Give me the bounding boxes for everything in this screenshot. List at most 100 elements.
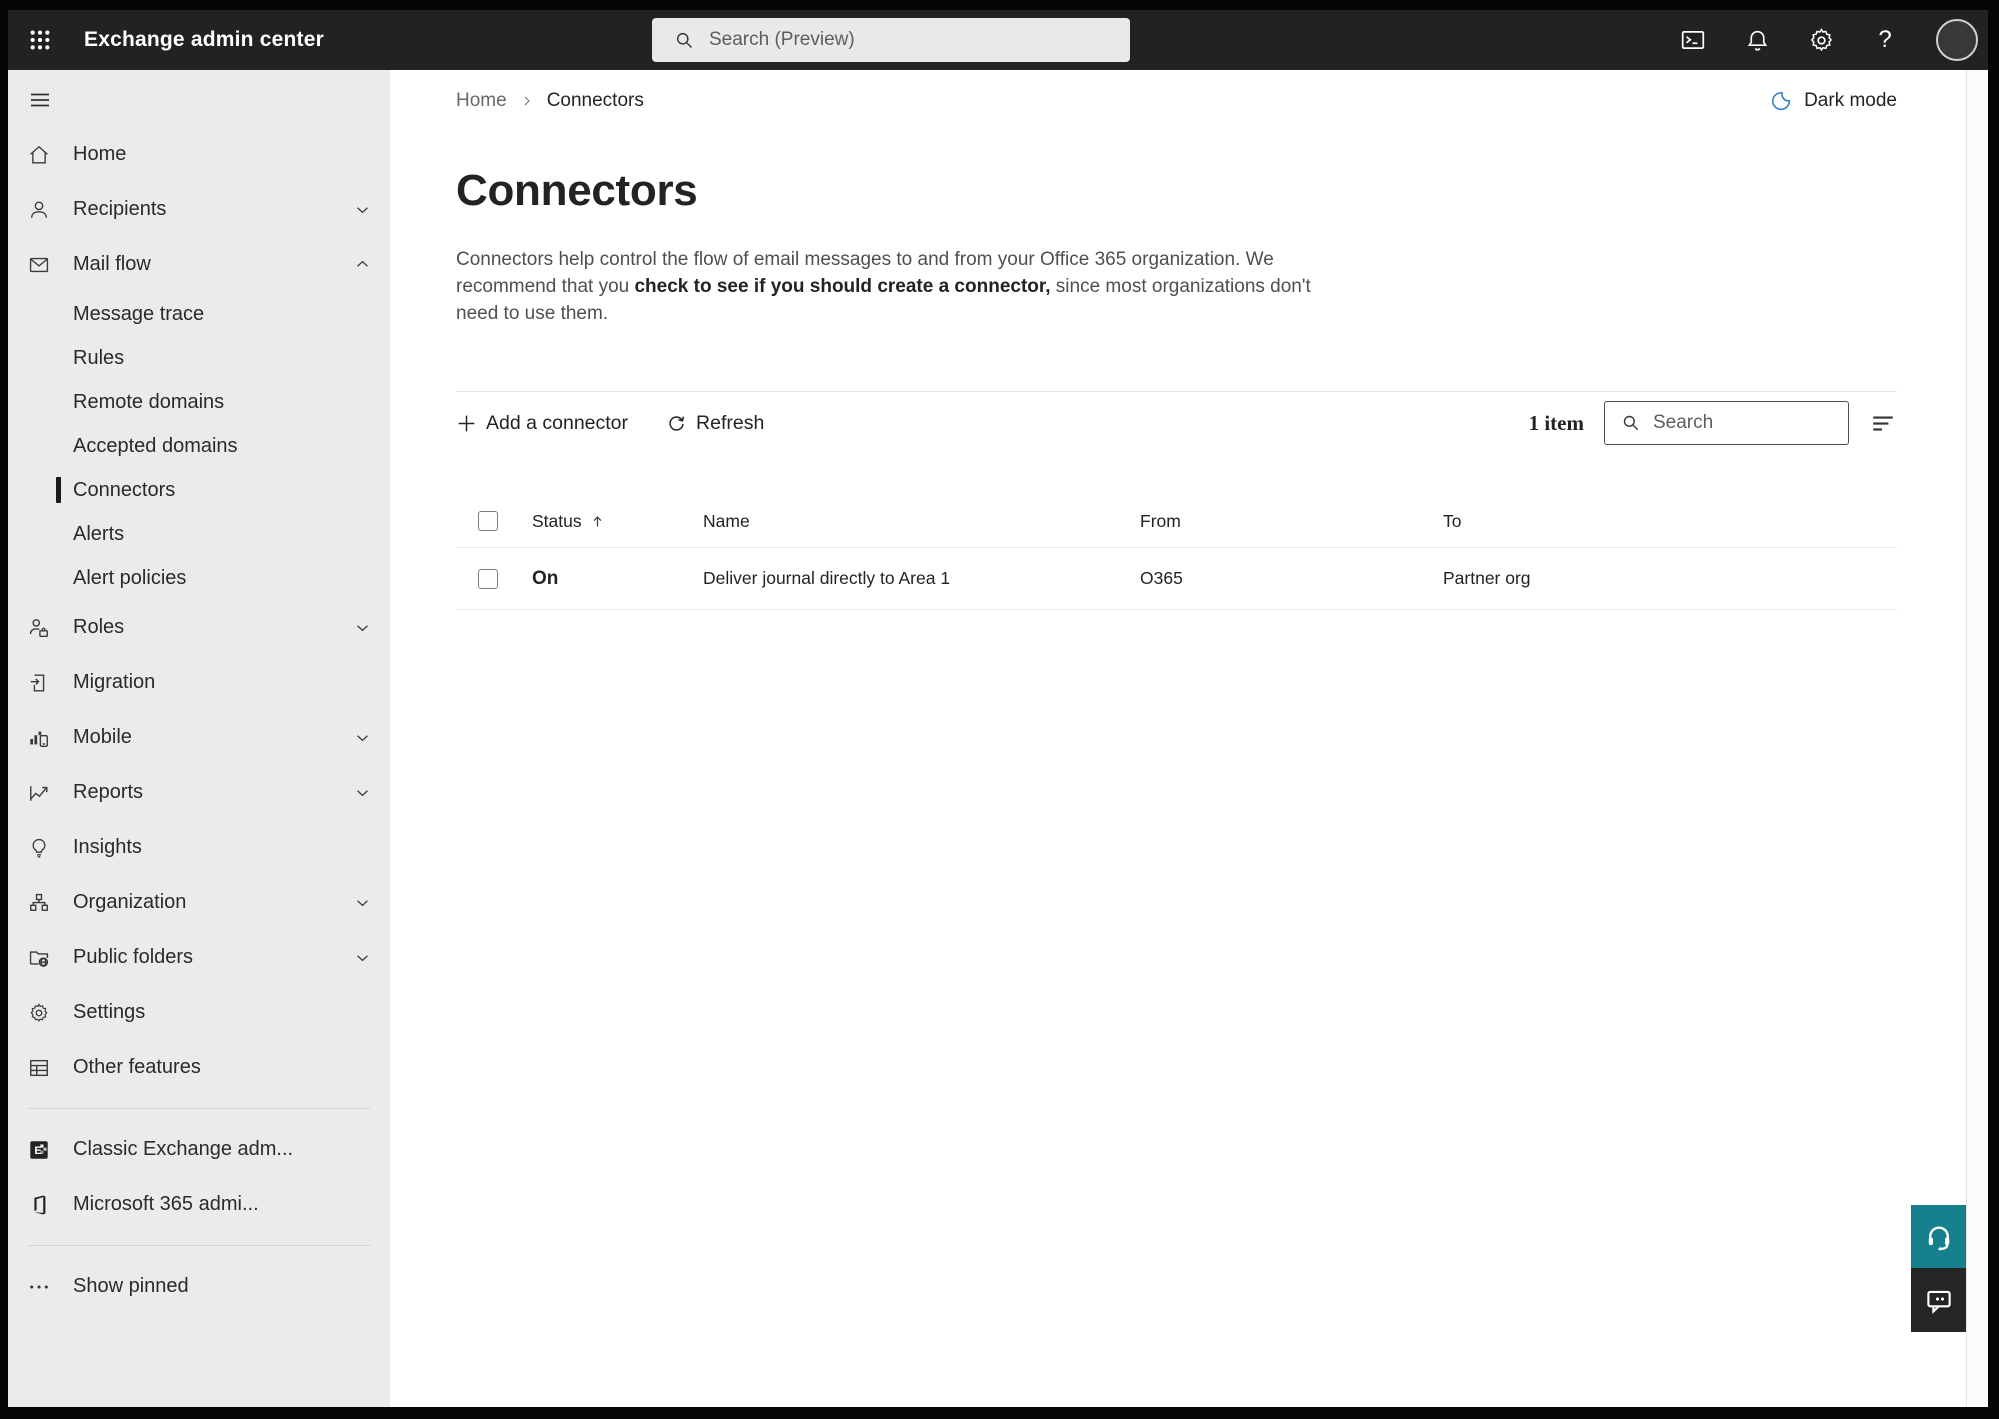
org-chart-icon bbox=[28, 892, 50, 914]
ellipsis-icon bbox=[28, 1276, 50, 1298]
item-count: 1 item bbox=[1528, 410, 1584, 435]
toolbar-divider bbox=[456, 391, 1897, 392]
collapse-nav-button[interactable] bbox=[28, 88, 52, 112]
top-app-bar: Exchange admin center Search (Preview) ? bbox=[8, 10, 1988, 70]
page-description: Connectors help control the flow of emai… bbox=[456, 246, 1321, 327]
notifications-button[interactable] bbox=[1744, 27, 1770, 53]
sidebar-item-migration[interactable]: Migration bbox=[8, 655, 390, 710]
sidebar-item-reports[interactable]: Reports bbox=[8, 765, 390, 820]
hamburger-icon bbox=[31, 93, 49, 107]
connectors-table: Status Name From To On Deliver journal d… bbox=[390, 495, 1966, 610]
breadcrumb-home-link[interactable]: Home bbox=[456, 90, 507, 112]
sidebar-item-alert-policies[interactable]: Alert policies bbox=[8, 556, 390, 600]
settings-button[interactable] bbox=[1808, 27, 1834, 53]
sidebar-item-classic-exchange[interactable]: E Classic Exchange adm... bbox=[8, 1122, 390, 1177]
search-icon bbox=[1623, 415, 1639, 431]
column-header-status[interactable]: Status bbox=[532, 511, 703, 532]
sidebar-divider bbox=[28, 1108, 370, 1109]
feedback-button[interactable] bbox=[1911, 1268, 1966, 1332]
sidebar-item-settings[interactable]: Settings bbox=[8, 985, 390, 1040]
scrollbar-track[interactable] bbox=[1966, 70, 1988, 1407]
sidebar-item-microsoft-365[interactable]: Microsoft 365 admi... bbox=[8, 1177, 390, 1232]
terminal-icon bbox=[1681, 31, 1705, 49]
table-header-row: Status Name From To bbox=[390, 495, 1966, 547]
refresh-button[interactable]: Refresh bbox=[666, 412, 764, 435]
sidebar-item-insights[interactable]: Insights bbox=[8, 820, 390, 875]
table-row[interactable]: On Deliver journal directly to Area 1 O3… bbox=[390, 548, 1966, 609]
sidebar-item-label: Home bbox=[73, 143, 127, 165]
dark-mode-toggle[interactable]: Dark mode bbox=[1770, 90, 1897, 112]
chevron-down-icon bbox=[354, 201, 371, 218]
list-toolbar: Add a connector Refresh 1 item bbox=[456, 401, 1897, 445]
table-divider bbox=[456, 609, 1897, 610]
support-button[interactable] bbox=[1911, 1205, 1966, 1268]
gear-icon bbox=[28, 1002, 50, 1024]
question-mark-icon: ? bbox=[1878, 26, 1892, 53]
breadcrumb: Home Connectors bbox=[456, 90, 644, 112]
select-all-checkbox[interactable] bbox=[478, 511, 498, 531]
from-cell: O365 bbox=[1140, 568, 1183, 588]
sidebar-item-remote-domains[interactable]: Remote domains bbox=[8, 380, 390, 424]
row-checkbox[interactable] bbox=[478, 568, 498, 589]
waffle-icon bbox=[30, 30, 50, 50]
sidebar-item-mail-flow[interactable]: Mail flow bbox=[8, 237, 390, 292]
headset-icon bbox=[1928, 1225, 1949, 1250]
filter-button[interactable] bbox=[1869, 409, 1897, 437]
app-launcher-button[interactable] bbox=[28, 28, 52, 52]
person-briefcase-icon bbox=[28, 617, 50, 639]
gear-icon bbox=[1810, 27, 1832, 51]
envelope-icon bbox=[28, 254, 50, 276]
sidebar-item-rules[interactable]: Rules bbox=[8, 336, 390, 380]
page-arrow-icon bbox=[28, 672, 50, 694]
chevron-down-icon bbox=[354, 619, 371, 636]
refresh-icon bbox=[669, 415, 685, 431]
sidebar-item-roles[interactable]: Roles bbox=[8, 600, 390, 655]
add-connector-button[interactable]: Add a connector bbox=[456, 412, 628, 435]
folder-globe-icon bbox=[28, 947, 50, 969]
powershell-button[interactable] bbox=[1680, 27, 1706, 53]
sidebar-item-recipients[interactable]: Recipients bbox=[8, 182, 390, 237]
sidebar-item-message-trace[interactable]: Message trace bbox=[8, 292, 390, 336]
chevron-down-icon bbox=[354, 729, 371, 746]
mobile-stats-icon bbox=[28, 727, 50, 749]
sidebar-item-mobile[interactable]: Mobile bbox=[8, 710, 390, 765]
column-header-name[interactable]: Name bbox=[703, 511, 1140, 532]
list-search-input[interactable] bbox=[1653, 412, 1840, 434]
bell-icon bbox=[1747, 30, 1767, 51]
sidebar-item-show-pinned[interactable]: Show pinned bbox=[8, 1259, 390, 1314]
chevron-down-icon bbox=[354, 894, 371, 911]
sidebar-item-connectors[interactable]: Connectors bbox=[8, 468, 390, 512]
app-title: Exchange admin center bbox=[84, 28, 324, 51]
chevron-down-icon bbox=[354, 784, 371, 801]
help-button[interactable]: ? bbox=[1872, 26, 1898, 53]
sidebar-divider bbox=[28, 1245, 370, 1246]
filter-lines-icon bbox=[1873, 416, 1893, 431]
connector-check-link[interactable]: check to see if you should create a conn… bbox=[634, 276, 1050, 297]
column-header-to[interactable]: To bbox=[1443, 511, 1966, 532]
classic-exchange-logo-icon: E bbox=[28, 1139, 50, 1161]
page-title: Connectors bbox=[456, 166, 698, 215]
breadcrumb-current: Connectors bbox=[546, 90, 644, 111]
account-avatar[interactable] bbox=[1936, 19, 1978, 61]
sidebar-item-home[interactable]: Home bbox=[8, 127, 390, 182]
sidebar-item-organization[interactable]: Organization bbox=[8, 875, 390, 930]
topbar-actions: ? bbox=[1680, 10, 1978, 70]
microsoft-365-logo-icon bbox=[28, 1194, 50, 1216]
sidebar-item-accepted-domains[interactable]: Accepted domains bbox=[8, 424, 390, 468]
column-header-from[interactable]: From bbox=[1140, 511, 1443, 532]
list-search-box[interactable] bbox=[1604, 401, 1849, 445]
sidebar-item-public-folders[interactable]: Public folders bbox=[8, 930, 390, 985]
lightbulb-icon bbox=[28, 837, 50, 859]
main-content: Home Connectors Dark mode Connectors Con… bbox=[390, 70, 1988, 1407]
selected-indicator bbox=[56, 477, 61, 503]
moon-icon bbox=[1772, 92, 1791, 111]
line-chart-icon bbox=[28, 782, 50, 804]
global-search-input[interactable] bbox=[709, 29, 1120, 51]
sort-ascending-icon bbox=[593, 515, 601, 526]
sidebar-item-alerts[interactable]: Alerts bbox=[8, 512, 390, 556]
global-search-box[interactable] bbox=[652, 18, 1130, 62]
sidebar-item-other-features[interactable]: Other features bbox=[8, 1040, 390, 1095]
search-icon bbox=[676, 32, 693, 48]
chevron-down-icon bbox=[354, 949, 371, 966]
chevron-up-icon bbox=[354, 256, 371, 273]
